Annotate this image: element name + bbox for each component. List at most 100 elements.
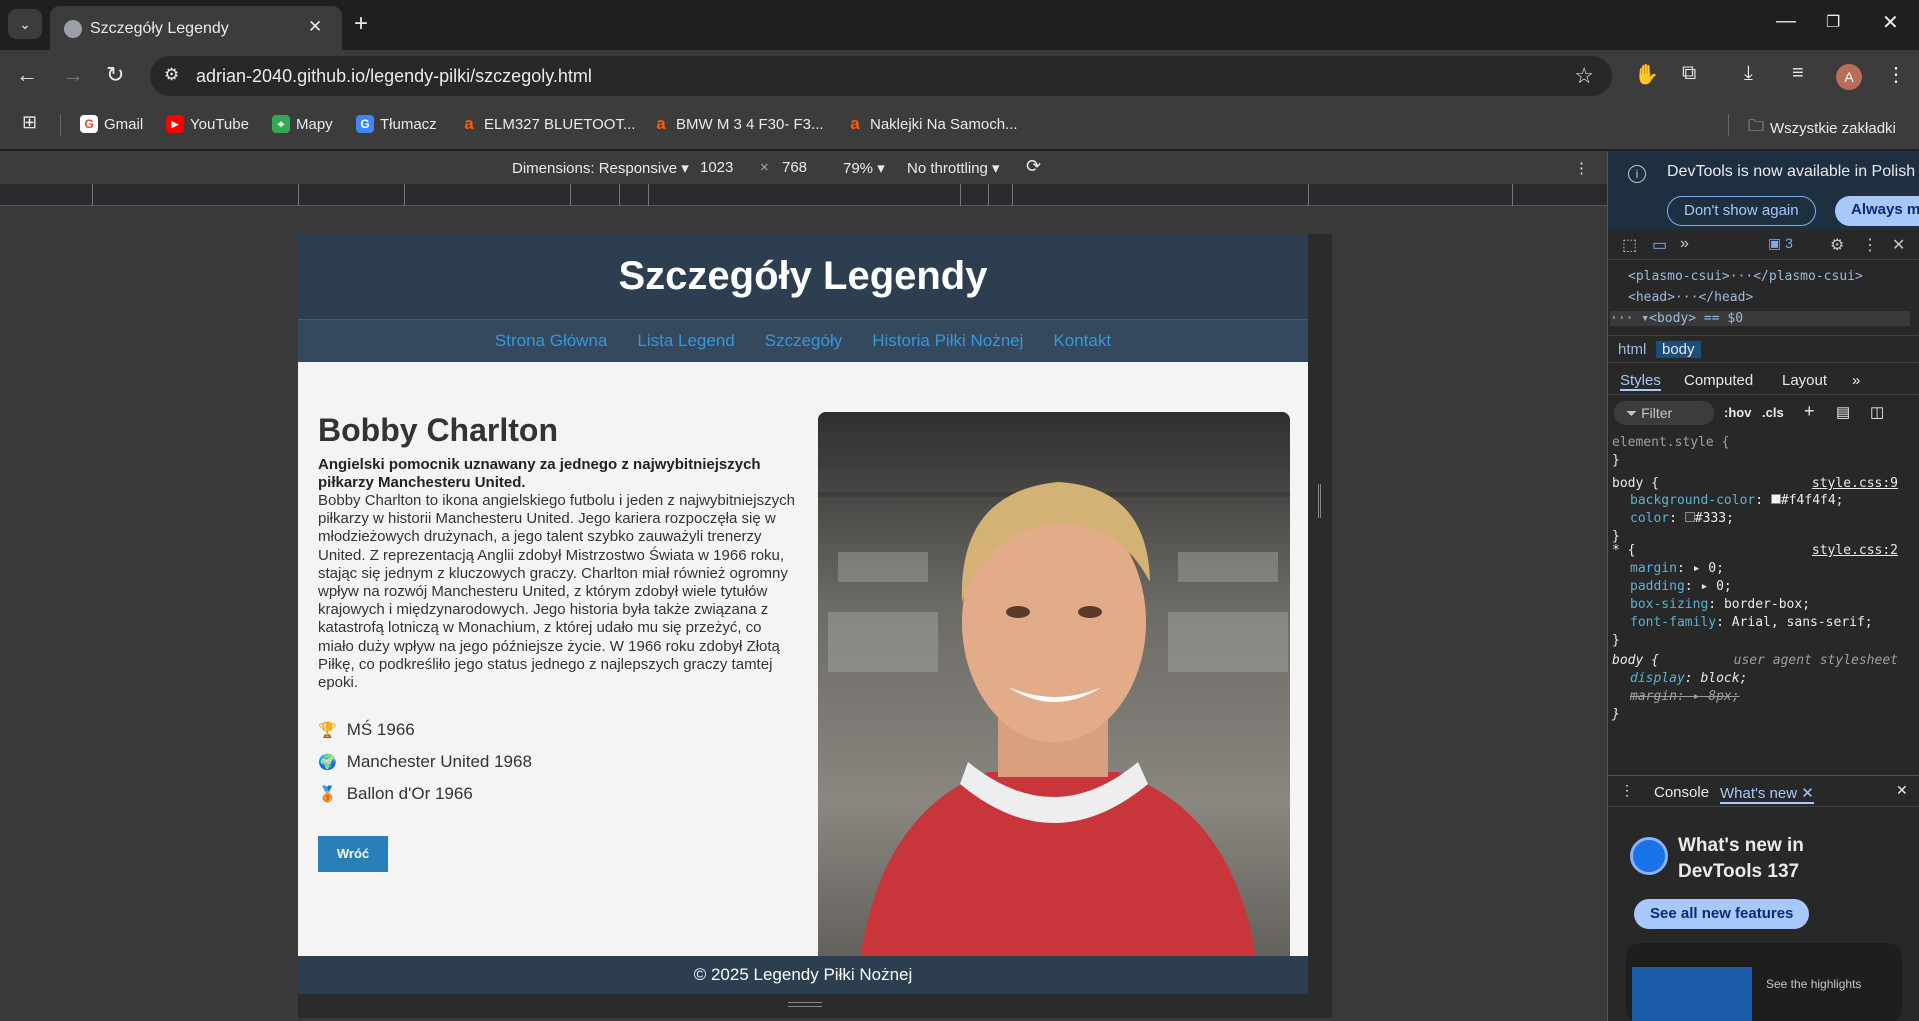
highlights-label: See the highlights	[1766, 977, 1862, 991]
issues-badge[interactable]: ▣ 3	[1768, 235, 1793, 252]
allegro-icon: a	[850, 114, 860, 133]
inspect-element-icon[interactable]: ⬚	[1622, 235, 1637, 255]
bookmarks-divider	[1728, 114, 1729, 136]
width-input[interactable]: 1023	[700, 159, 733, 176]
tab-styles[interactable]: Styles	[1620, 372, 1661, 391]
kebab-menu-icon[interactable]: ⋮	[1886, 62, 1906, 87]
close-devtools-icon[interactable]: ✕	[1892, 235, 1905, 255]
tab-computed[interactable]: Computed	[1684, 372, 1753, 389]
folder-icon: 🗀	[1748, 118, 1765, 135]
site-info-icon[interactable]: ⚙	[164, 65, 179, 85]
add-rule-icon[interactable]: +	[1804, 401, 1815, 422]
bookmark-naklejki[interactable]: a Naklejki Na Samoch...	[846, 114, 1017, 133]
translate-icon: G	[356, 115, 374, 133]
devtools-menu-icon[interactable]: ⋮	[1862, 235, 1878, 255]
url-text[interactable]: adrian-2040.github.io/legendy-pilki/szcz…	[196, 66, 592, 87]
always-match-button[interactable]: Always mat	[1835, 196, 1919, 226]
more-tabs-icon[interactable]: »	[1680, 235, 1689, 253]
device-toolbar: Dimensions: Responsive ▾ 1023 × 768 79% …	[0, 151, 1607, 184]
zoom-select[interactable]: 79% ▾	[843, 159, 885, 177]
dimensions-select[interactable]: Dimensions: Responsive ▾	[512, 159, 689, 177]
crumb-body[interactable]: body	[1656, 341, 1701, 358]
viewport-resize-handle[interactable]	[1308, 234, 1332, 994]
drawer-menu-icon[interactable]: ⋮	[1620, 782, 1634, 799]
media-query-ruler	[0, 184, 1607, 206]
back-arrow-icon[interactable]: ←	[16, 62, 38, 88]
nav-football-history[interactable]: Historia Piłki Nożnej	[872, 331, 1023, 351]
maps-icon: ⌖	[272, 115, 290, 133]
player-photo	[818, 412, 1290, 972]
rotate-icon[interactable]: ⟳	[1026, 156, 1041, 177]
more-tabs-icon[interactable]: »	[1852, 372, 1860, 389]
all-bookmarks[interactable]: 🗀 Wszystkie zakładki	[1748, 115, 1896, 142]
new-tab-button[interactable]: +	[354, 10, 368, 38]
viewport-resize-bottom-handle[interactable]	[298, 994, 1332, 1018]
close-icon[interactable]: ✕	[308, 17, 322, 37]
minimize-icon[interactable]: —	[1776, 10, 1796, 33]
bookmark-elm327[interactable]: a ELM327 BLUETOOT...	[460, 115, 635, 133]
site-nav: Strona Główna Lista Legend Szczegóły His…	[298, 320, 1308, 362]
rule-close: }	[1612, 707, 1620, 722]
nav-legend-list[interactable]: Lista Legend	[637, 331, 734, 351]
hov-toggle[interactable]: :hov	[1724, 405, 1751, 420]
paint-icon[interactable]: ▤	[1836, 403, 1850, 421]
dom-node-head[interactable]: <head>···</head>	[1628, 290, 1753, 305]
throttling-select[interactable]: No throttling ▾	[907, 159, 1000, 177]
globe-icon	[64, 20, 82, 38]
reload-icon[interactable]: ↻	[106, 62, 124, 88]
source-link[interactable]: style.css:9	[1812, 476, 1898, 491]
restore-icon[interactable]: ❐	[1826, 12, 1840, 32]
dom-node-plasmo[interactable]: <plasmo-csui>···</plasmo-csui>	[1628, 269, 1863, 284]
download-icon[interactable]: ⤓	[1744, 62, 1753, 85]
styles-filter-input[interactable]: ⏷ Filter	[1614, 401, 1714, 425]
tab-whats-new[interactable]: What's new ✕	[1720, 784, 1814, 804]
nav-details[interactable]: Szczegóły	[765, 331, 842, 351]
bookmark-gmail[interactable]: G Gmail	[80, 115, 143, 133]
whats-new-title: What's new in DevTools 137	[1678, 835, 1804, 882]
tab-search-button[interactable]: ⌄	[8, 9, 42, 39]
language-banner: i DevTools is now available in Polish Do…	[1608, 151, 1919, 230]
crumb-html[interactable]: html	[1618, 341, 1646, 358]
css-declaration: box-sizing: border-box;	[1630, 597, 1811, 612]
youtube-icon: ▶	[166, 115, 184, 133]
globe-icon: 🌍	[318, 754, 337, 771]
extension-stop-icon[interactable]: ✋	[1634, 62, 1659, 87]
more-options-icon[interactable]: ⋮	[1574, 159, 1589, 177]
bookmark-star-icon[interactable]: ☆	[1574, 63, 1594, 89]
address-bar[interactable]: ⚙ adrian-2040.github.io/legendy-pilki/sz…	[150, 56, 1612, 96]
device-toggle-icon[interactable]: ▭	[1652, 235, 1667, 255]
back-button[interactable]: Wróć	[318, 836, 388, 872]
cls-toggle[interactable]: .cls	[1762, 405, 1784, 420]
bookmark-maps[interactable]: ⌖ Mapy	[272, 115, 333, 133]
dom-node-body[interactable]: ··· ▾<body> == $0	[1610, 311, 1910, 326]
source-link[interactable]: style.css:2	[1812, 543, 1898, 558]
info-icon: i	[1628, 165, 1646, 183]
bookmark-bmw[interactable]: a BMW M 3 4 F30- F3...	[652, 115, 823, 133]
sidebar-toggle-icon[interactable]: ◫	[1870, 403, 1884, 421]
bookmark-translate[interactable]: G Tłumacz	[356, 115, 437, 133]
tab-layout[interactable]: Layout	[1782, 372, 1827, 389]
window-close-icon[interactable]: ✕	[1882, 10, 1899, 35]
dont-show-again-button[interactable]: Don't show again	[1667, 196, 1816, 226]
media-queue-icon[interactable]: ≡	[1792, 62, 1804, 85]
highlights-thumbnail	[1632, 967, 1752, 1021]
forward-arrow-icon[interactable]: →	[62, 62, 84, 88]
settings-gear-icon[interactable]: ⚙	[1830, 235, 1844, 255]
bookmark-youtube[interactable]: ▶ YouTube	[166, 115, 249, 133]
nav-contact[interactable]: Kontakt	[1053, 331, 1111, 351]
nav-home[interactable]: Strona Główna	[495, 331, 607, 351]
see-all-features-button[interactable]: See all new features	[1634, 899, 1810, 929]
player-name: Bobby Charlton	[318, 412, 558, 448]
active-tab[interactable]: Szczegóły Legendy ✕	[50, 6, 342, 50]
dimension-separator: ×	[760, 159, 769, 176]
bookmark-label: ELM327 BLUETOOT...	[484, 115, 636, 133]
site-header: Szczegóły Legendy	[298, 234, 1308, 320]
height-input[interactable]: 768	[782, 159, 807, 176]
all-bookmarks-label: Wszystkie zakładki	[1770, 120, 1896, 137]
close-drawer-icon[interactable]: ✕	[1896, 782, 1908, 799]
apps-grid-icon[interactable]: ⊞	[22, 112, 37, 133]
bookmark-label: Mapy	[296, 115, 333, 133]
profile-avatar[interactable]: A	[1836, 64, 1862, 90]
tab-console[interactable]: Console	[1654, 784, 1709, 801]
extensions-puzzle-icon[interactable]: ⧉	[1682, 62, 1696, 85]
